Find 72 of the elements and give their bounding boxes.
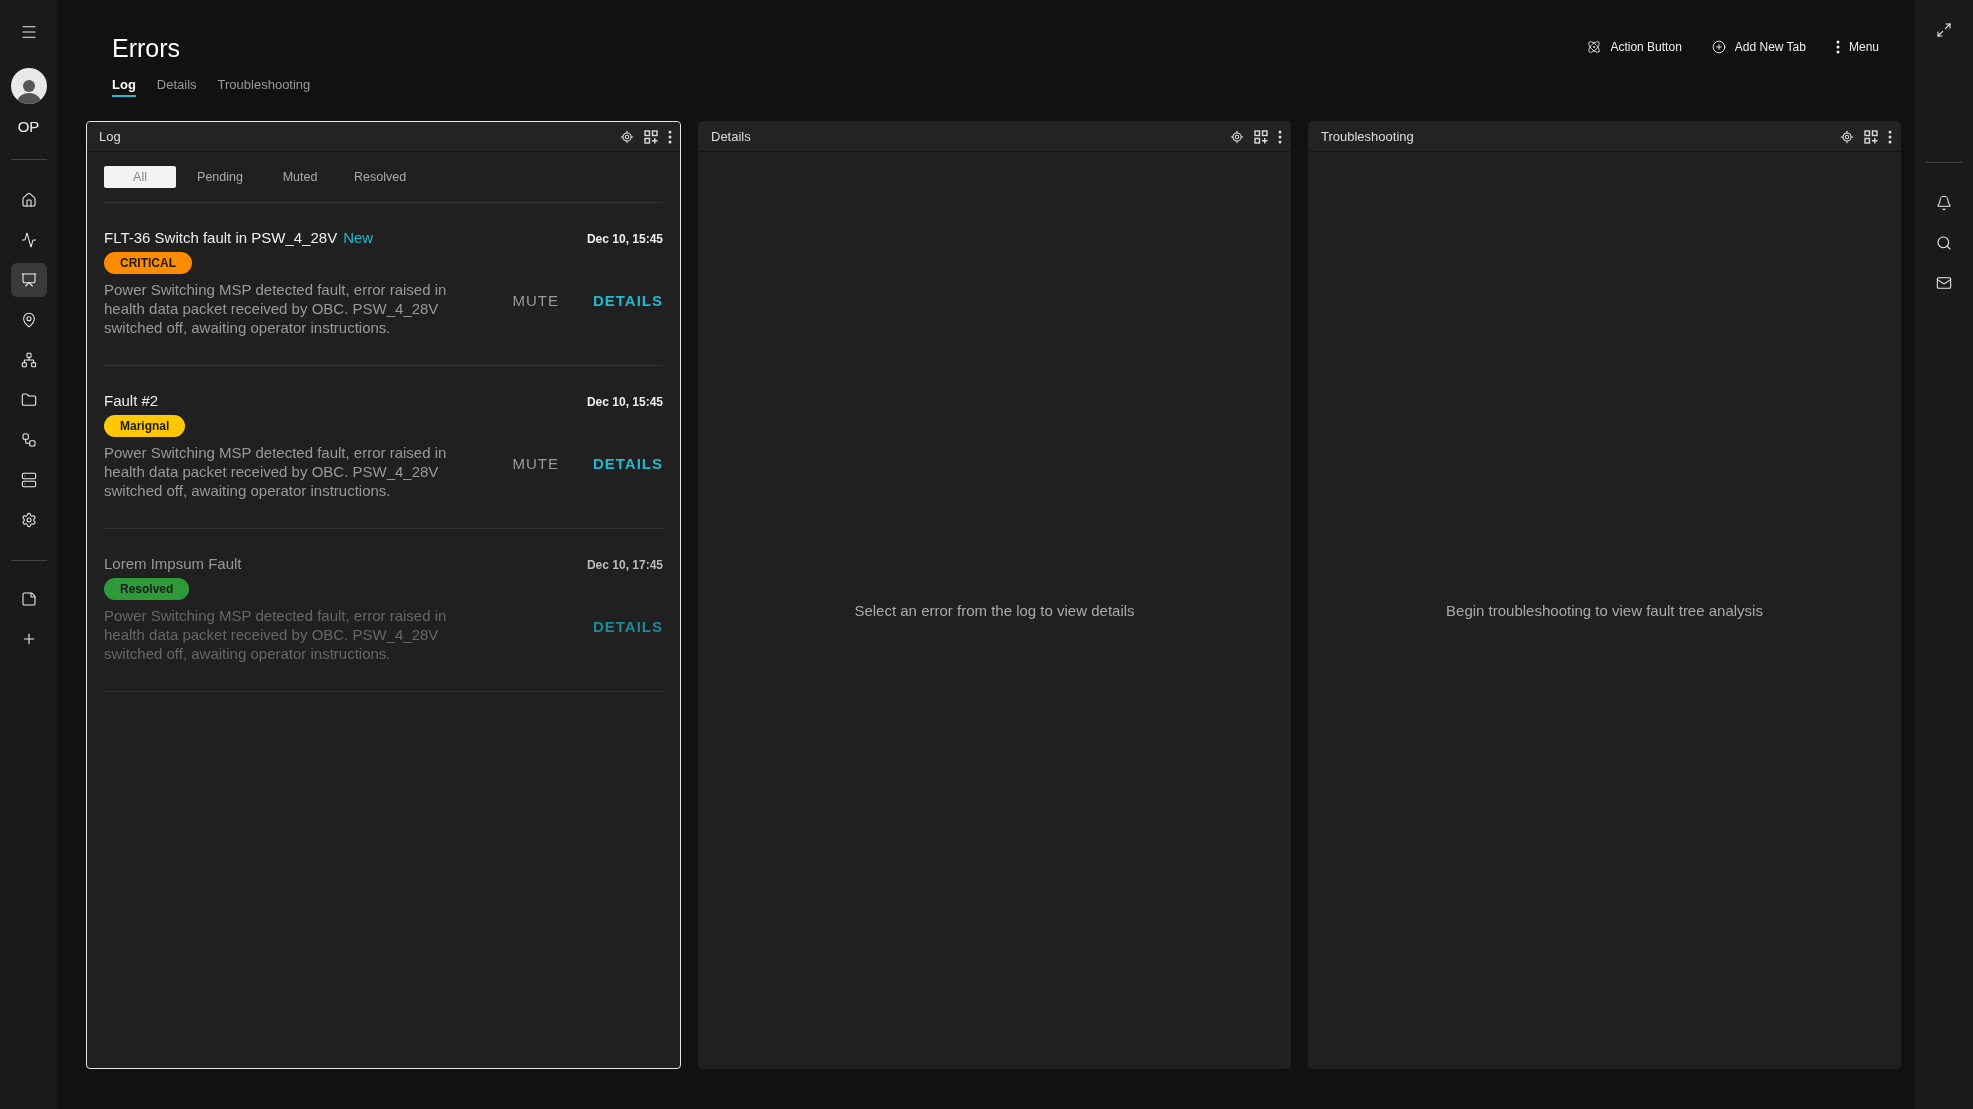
more-icon [1888,129,1892,144]
severity-badge: Marignal [104,415,186,437]
page-title: Errors [112,34,182,63]
empty-message: Select an error from the log to view details [854,601,1135,619]
panel-title: Details [711,129,751,144]
more-icon [1835,40,1840,54]
severity-badge: Resolved [104,578,190,600]
user-avatar[interactable] [10,68,47,104]
target-icon [620,129,634,144]
error-title: FLT-36 Switch fault in PSW_4_28V [104,229,338,246]
timestamp: Dec 10, 15:45 [586,232,663,246]
page-tab[interactable]: Log [112,77,136,97]
panel-title: Log [99,129,121,144]
network-icon [20,352,37,368]
filter-tab[interactable]: Resolved [344,166,417,188]
header-action-button[interactable]: Action Button [1587,40,1682,54]
error-description: Power Switching MSP detected fault, error raised in health data packet received by OBC. PSW_4_28V switched off, awaiting operator instructions. [104,606,448,663]
details-button[interactable]: DETAILS [592,618,663,635]
error-description: Power Switching MSP detected fault, error raised in health data packet received by OBC. PSW_4_28V switched off, awaiting operator instructions. [104,443,448,500]
mail-icon [1936,275,1952,291]
presentation-icon [20,272,37,288]
page-tab[interactable]: Details [156,77,197,97]
error-title: Fault #2 [104,392,159,409]
filter-tab[interactable]: Pending [184,166,256,188]
locate-button[interactable] [1230,129,1244,144]
server-icon [20,472,37,488]
header-action-button[interactable]: Add New Tab [1711,40,1806,54]
grid-add-icon [1254,129,1268,144]
add-widget-button[interactable] [644,129,658,144]
note-icon [20,591,37,607]
plus-circle-icon [1711,40,1726,54]
details-button[interactable]: DETAILS [592,455,663,472]
user-initials: OP [17,118,40,135]
error-description: Power Switching MSP detected fault, error raised in health data packet received by OBC. PSW_4_28V switched off, awaiting operator instructions. [104,280,448,337]
settings-icon [20,512,37,528]
bell-icon [1936,195,1952,211]
header-action-button[interactable]: Menu [1835,40,1879,54]
atom-icon [1587,40,1602,54]
more-button[interactable] [668,129,672,144]
panel-title: Troubleshooting [1321,129,1414,144]
folder-icon [20,392,37,408]
grid-add-icon [1864,129,1878,144]
locate-button[interactable] [620,129,634,144]
nodes-icon [20,432,37,448]
nav-button[interactable] [10,263,47,297]
details-button[interactable]: DETAILS [592,292,663,309]
mute-button[interactable]: MUTE [512,455,559,472]
menu-icon [19,23,38,41]
grid-add-icon [644,129,658,144]
target-icon [1840,129,1854,144]
pin-icon [20,312,37,328]
filter-tab[interactable]: Muted [264,166,336,188]
empty-message: Begin troubleshooting to view fault tree analysis [1446,601,1763,619]
more-button[interactable] [1888,129,1892,144]
locate-button[interactable] [1840,129,1854,144]
timestamp: Dec 10, 17:45 [586,558,663,572]
home-icon [20,192,37,208]
more-icon [668,129,672,144]
add-widget-button[interactable] [1864,129,1878,144]
timestamp: Dec 10, 15:45 [586,395,663,409]
more-button[interactable] [1278,129,1282,144]
page-tab[interactable]: Troubleshooting [217,77,311,97]
add-widget-button[interactable] [1254,129,1268,144]
more-icon [1278,129,1282,144]
target-icon [1230,129,1244,144]
new-label: New [343,229,374,246]
expand-icon [1936,22,1952,38]
search-icon [1936,235,1952,251]
error-title: Lorem Impsum Fault [104,555,242,572]
pulse-icon [20,232,37,248]
mute-button[interactable]: MUTE [512,292,559,309]
severity-badge: CRITICAL [104,252,192,274]
